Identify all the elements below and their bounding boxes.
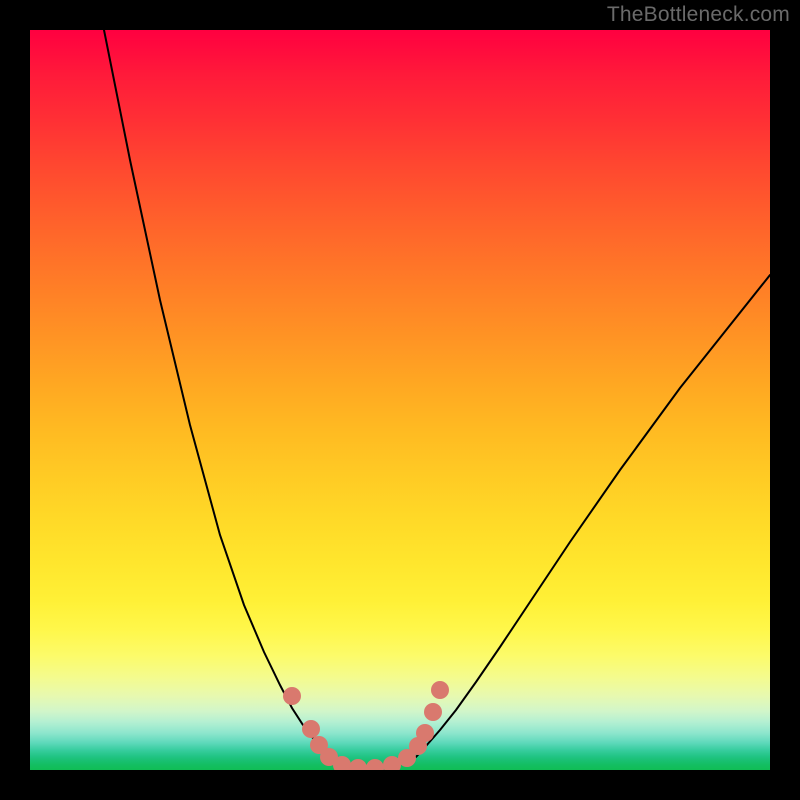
- base-dots-group: [283, 681, 449, 770]
- curve-svg: [30, 30, 770, 770]
- watermark-text: TheBottleneck.com: [607, 3, 790, 27]
- dot: [416, 724, 434, 742]
- dot: [366, 759, 384, 770]
- dot: [431, 681, 449, 699]
- dot: [424, 703, 442, 721]
- plot-area: [30, 30, 770, 770]
- curve-left-branch: [104, 30, 330, 757]
- chart-frame: TheBottleneck.com: [0, 0, 800, 800]
- curve-right-branch: [416, 275, 770, 757]
- dot: [349, 759, 367, 770]
- dot: [302, 720, 320, 738]
- dot: [283, 687, 301, 705]
